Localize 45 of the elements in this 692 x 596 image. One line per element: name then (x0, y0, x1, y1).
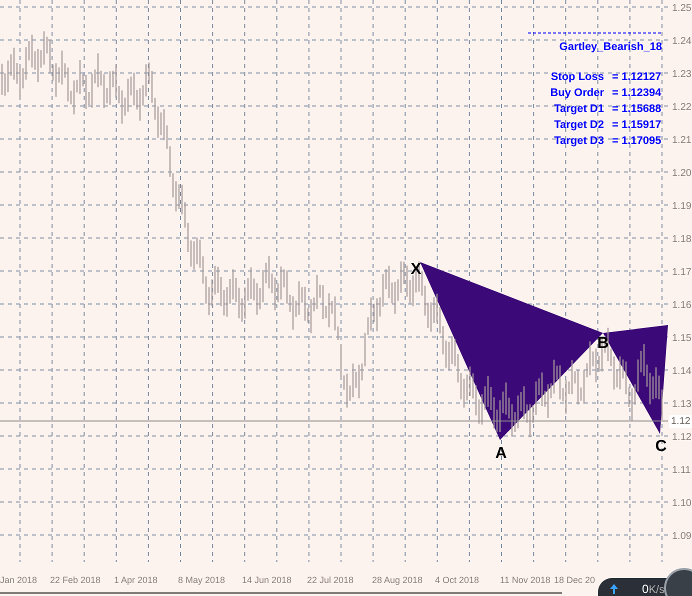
pattern-name: Gartley_Bearish_18 (559, 41, 662, 53)
date-label: Jan 2018 (0, 575, 38, 585)
price-label: 1.23 (672, 69, 692, 80)
date-label: 28 Aug 2018 (372, 575, 423, 585)
price-label: 1.15 (672, 333, 692, 344)
level-label: Target D2 (554, 119, 604, 131)
price-label: 1.12 (672, 432, 692, 443)
price-label: 1.17 (672, 267, 692, 278)
price-label: 1.22 (672, 102, 692, 113)
price-label: 1.18 (672, 234, 692, 245)
level-label: Target D3 (554, 135, 604, 147)
date-label: 22 Jul 2018 (307, 575, 354, 585)
level-value: = 1.17095 (612, 135, 662, 147)
price-label: 1.13 (672, 399, 692, 410)
date-label: 11 Nov 2018 (500, 575, 550, 585)
price-label: 1.19 (672, 201, 692, 212)
price-label: 1.25 (672, 3, 692, 14)
date-label: 14 Jun 2018 (242, 575, 292, 585)
date-label: 8 May 2018 (178, 575, 226, 585)
date-label: 1 Apr 2018 (114, 575, 158, 585)
price-label: 1.09 (672, 531, 692, 542)
pattern-point-label: C (655, 438, 667, 455)
level-value: = 1.15917 (612, 119, 662, 131)
level-value: = 1.15688 (612, 103, 662, 115)
level-value: = 1.12394 (612, 87, 662, 99)
pattern-point-label: B (597, 335, 609, 352)
price-label: 1.24 (672, 36, 692, 47)
level-label: Target D1 (554, 103, 604, 115)
level-label: Buy Order (550, 87, 604, 99)
date-label: 4 Oct 2018 (435, 575, 480, 585)
arrow-up-icon (610, 584, 618, 594)
current-price-label: 1.12 (669, 415, 692, 428)
price-label: 1.21 (672, 135, 692, 146)
price-label: 1.16 (672, 300, 692, 311)
pattern-point-label: A (495, 445, 507, 462)
pattern-point-label: X (410, 261, 422, 278)
level-value: = 1.12127 (612, 71, 662, 83)
date-label: 18 Dec 20 (554, 575, 596, 585)
price-label: 1.14 (672, 366, 692, 377)
price-label: 1.10 (672, 498, 692, 509)
date-label: 22 Feb 2018 (50, 575, 101, 585)
speed-value: 0K/s (642, 580, 665, 596)
price-label: 1.20 (672, 168, 692, 179)
level-label: Stop Loss (550, 71, 604, 83)
price-label: 1.11 (672, 465, 691, 476)
